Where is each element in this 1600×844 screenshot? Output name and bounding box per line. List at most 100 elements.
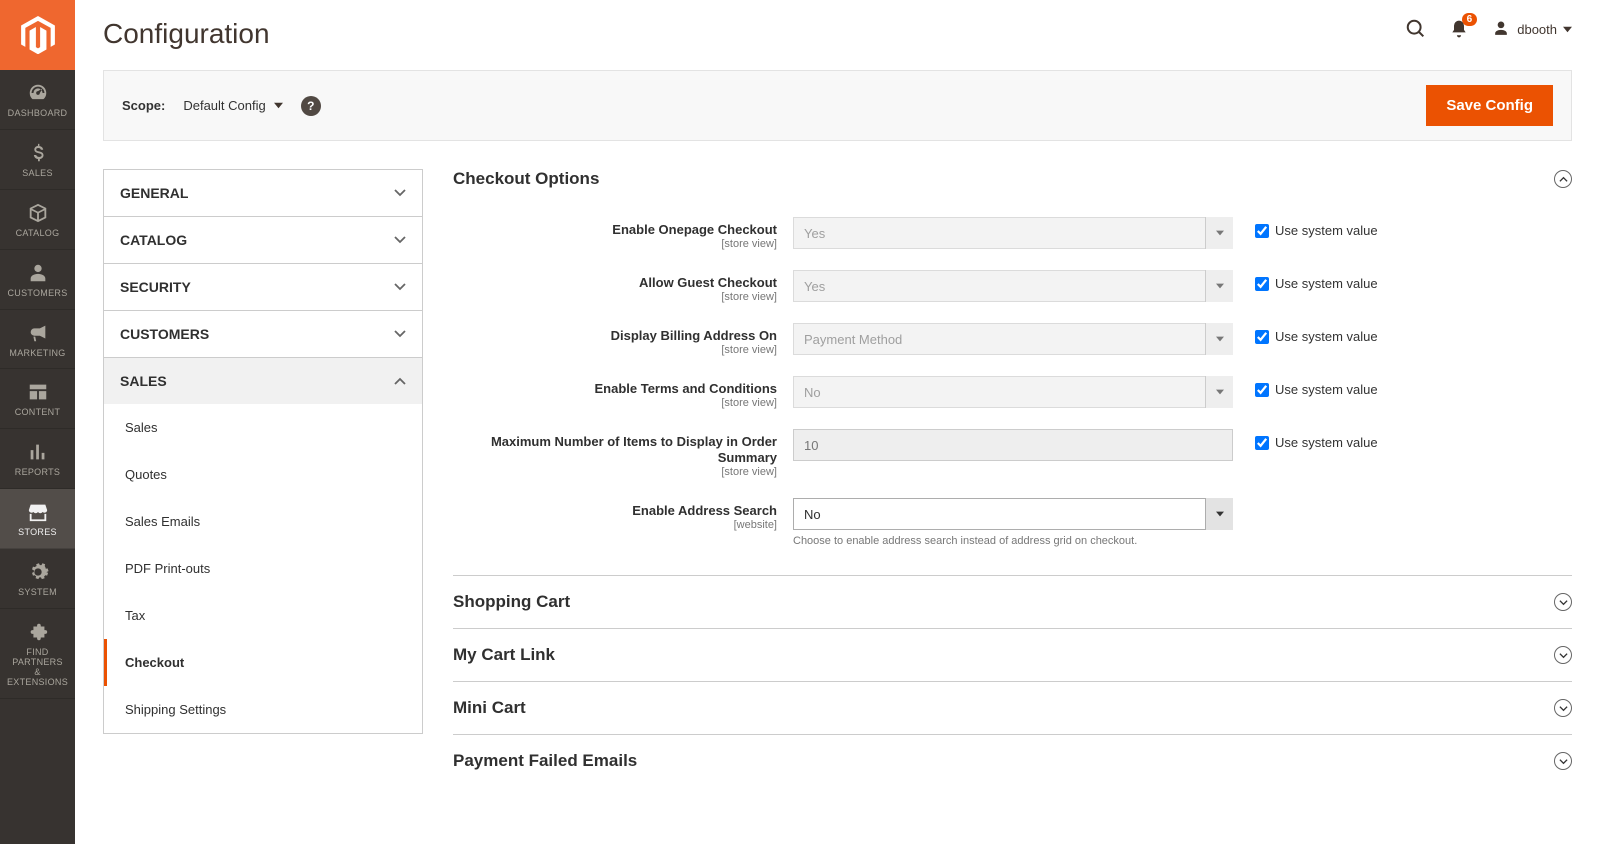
billing-use-system-checkbox[interactable] (1255, 330, 1269, 344)
config-main: Checkout Options Enable Onepage Checkout… (453, 169, 1572, 787)
config-section-customers[interactable]: CUSTOMERS (103, 310, 423, 357)
field-scope: [store view] (453, 397, 777, 409)
config-section-catalog[interactable]: CATALOG (103, 216, 423, 263)
search-icon (1405, 18, 1427, 40)
onepage-select: Yes (793, 217, 1233, 249)
onepage-use-system-checkbox[interactable] (1255, 224, 1269, 238)
chevron-down-icon (394, 187, 406, 199)
config-section-label: GENERAL (120, 185, 188, 201)
section-payment-failed-emails[interactable]: Payment Failed Emails (453, 734, 1572, 787)
field-scope: [store view] (453, 291, 777, 303)
store-icon (27, 501, 49, 523)
nav-catalog[interactable]: CATALOG (0, 190, 75, 250)
chevron-down-icon (394, 234, 406, 246)
magento-logo-icon (21, 16, 55, 54)
magento-logo[interactable] (0, 0, 75, 70)
sub-item-tax[interactable]: Tax (104, 592, 422, 639)
person-icon (27, 262, 49, 284)
nav-system[interactable]: SYSTEM (0, 549, 75, 609)
page-header: Configuration 6 dbooth (75, 0, 1600, 50)
sub-item-checkout[interactable]: Checkout (104, 639, 422, 686)
user-icon (1491, 19, 1511, 39)
help-icon[interactable]: ? (301, 96, 321, 116)
expand-icon (1554, 646, 1572, 664)
layout-icon (27, 381, 49, 403)
guest-select: Yes (793, 270, 1233, 302)
terms-select: No (793, 376, 1233, 408)
sub-item-sales[interactable]: Sales (104, 404, 422, 451)
nav-reports[interactable]: REPORTS (0, 429, 75, 489)
nav-label: STORES (18, 528, 57, 538)
field-billing: Display Billing Address On [store view] … (453, 323, 1572, 356)
terms-use-system-checkbox[interactable] (1255, 383, 1269, 397)
field-label: Enable Address Search (632, 503, 777, 518)
maxitems-input (793, 429, 1233, 461)
username: dbooth (1517, 22, 1557, 37)
nav-dashboard[interactable]: DASHBOARD (0, 70, 75, 130)
section-title: Checkout Options (453, 169, 599, 189)
use-system-label: Use system value (1275, 276, 1378, 291)
field-scope: [store view] (453, 238, 777, 250)
nav-label: SALES (22, 169, 53, 179)
scope-bar: Scope: Default Config ? Save Config (103, 70, 1572, 141)
sub-item-sales-emails[interactable]: Sales Emails (104, 498, 422, 545)
section-title: Shopping Cart (453, 592, 570, 612)
nav-label: SYSTEM (18, 588, 57, 598)
page-title: Configuration (103, 18, 270, 50)
use-system-label: Use system value (1275, 223, 1378, 238)
nav-marketing[interactable]: MARKETING (0, 310, 75, 370)
section-mini-cart[interactable]: Mini Cart (453, 681, 1572, 734)
field-label: Enable Onepage Checkout (612, 222, 777, 237)
config-section-label: CUSTOMERS (120, 326, 209, 342)
nav-label: REPORTS (15, 468, 60, 478)
bar-chart-icon (27, 441, 49, 463)
address-search-select[interactable]: No (793, 498, 1233, 530)
field-address-search: Enable Address Search [website] No Choos… (453, 498, 1572, 547)
maxitems-use-system-checkbox[interactable] (1255, 436, 1269, 450)
user-menu[interactable]: dbooth (1491, 19, 1572, 39)
scope-selector[interactable]: Default Config (183, 98, 282, 113)
field-scope: [store view] (453, 466, 777, 478)
config-section-label: SECURITY (120, 279, 191, 295)
nav-stores[interactable]: STORES (0, 489, 75, 549)
field-label: Enable Terms and Conditions (594, 381, 777, 396)
search-button[interactable] (1405, 18, 1427, 40)
guest-use-system-checkbox[interactable] (1255, 277, 1269, 291)
save-config-button[interactable]: Save Config (1426, 85, 1553, 126)
expand-icon (1554, 752, 1572, 770)
section-checkout-options-head[interactable]: Checkout Options (453, 169, 1572, 195)
field-allow-guest: Allow Guest Checkout [store view] Yes Us… (453, 270, 1572, 303)
expand-icon (1554, 593, 1572, 611)
nav-label: MARKETING (9, 349, 65, 359)
field-scope: [store view] (453, 344, 777, 356)
nav-customers[interactable]: CUSTOMERS (0, 250, 75, 310)
chevron-down-icon (394, 328, 406, 340)
field-label: Display Billing Address On (611, 328, 777, 343)
field-enable-onepage: Enable Onepage Checkout [store view] Yes… (453, 217, 1572, 250)
gauge-icon (27, 82, 49, 104)
sub-item-pdf-printouts[interactable]: PDF Print-outs (104, 545, 422, 592)
nav-partners[interactable]: FIND PARTNERS & EXTENSIONS (0, 609, 75, 699)
nav-label: CATALOG (16, 229, 60, 239)
expand-icon (1554, 699, 1572, 717)
field-label: Allow Guest Checkout (639, 275, 777, 290)
section-my-cart-link[interactable]: My Cart Link (453, 628, 1572, 681)
nav-content[interactable]: CONTENT (0, 369, 75, 429)
nav-sales[interactable]: SALES (0, 130, 75, 190)
config-section-sales-head[interactable]: SALES (104, 358, 422, 404)
chevron-down-icon (274, 101, 283, 110)
section-shopping-cart[interactable]: Shopping Cart (453, 575, 1572, 628)
dollar-icon (27, 142, 49, 164)
config-section-security[interactable]: SECURITY (103, 263, 423, 310)
sub-item-quotes[interactable]: Quotes (104, 451, 422, 498)
admin-sidebar: DASHBOARD SALES CATALOG CUSTOMERS MARKET… (0, 0, 75, 844)
chevron-down-icon (394, 281, 406, 293)
use-system-label: Use system value (1275, 382, 1378, 397)
sub-item-shipping-settings[interactable]: Shipping Settings (104, 686, 422, 733)
puzzle-icon (27, 621, 49, 643)
notifications-button[interactable]: 6 (1449, 19, 1469, 39)
scope-value: Default Config (183, 98, 265, 113)
nav-label: FIND PARTNERS & EXTENSIONS (4, 648, 71, 688)
field-note: Choose to enable address search instead … (793, 535, 1233, 547)
config-section-general[interactable]: GENERAL (103, 169, 423, 216)
